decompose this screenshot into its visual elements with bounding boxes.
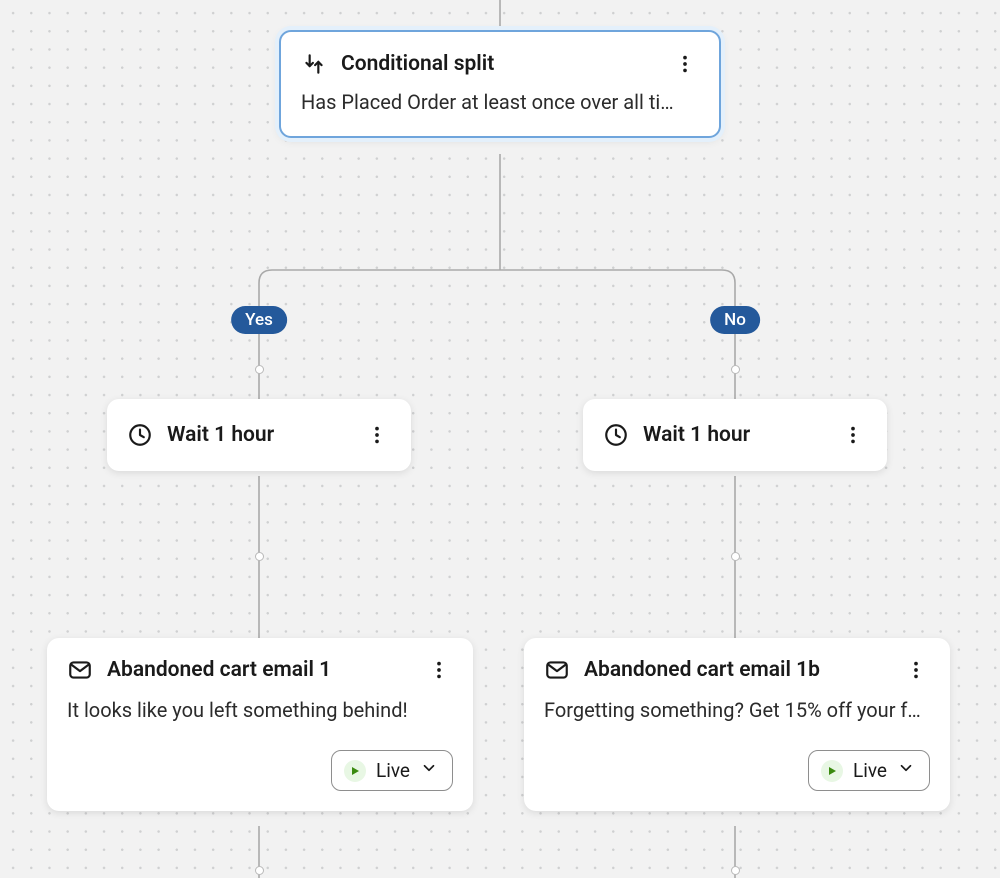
wait-title: Wait 1 hour bbox=[643, 423, 750, 447]
email-node-yes[interactable]: Abandoned cart email 1 It looks like you… bbox=[47, 638, 473, 811]
email-subject: It looks like you left something behind! bbox=[47, 684, 473, 744]
wait-node-no[interactable]: Wait 1 hour bbox=[583, 399, 887, 471]
conditional-description: Has Placed Order at least once over all … bbox=[281, 78, 719, 136]
conditional-title: Conditional split bbox=[341, 52, 494, 76]
wait-more-button[interactable] bbox=[839, 421, 867, 449]
email-status-dropdown[interactable]: Live bbox=[808, 750, 930, 791]
chevron-down-icon bbox=[420, 759, 438, 782]
split-icon bbox=[301, 51, 327, 77]
email-status-dropdown[interactable]: Live bbox=[331, 750, 453, 791]
clock-icon bbox=[127, 422, 153, 448]
mail-icon bbox=[67, 657, 93, 683]
connector-dot bbox=[731, 552, 740, 561]
connector-dot bbox=[731, 365, 740, 374]
email-status-label: Live bbox=[853, 759, 887, 782]
conditional-split-node[interactable]: Conditional split Has Placed Order at le… bbox=[279, 30, 721, 138]
connector-dot bbox=[255, 552, 264, 561]
connector-dot bbox=[255, 365, 264, 374]
chevron-down-icon bbox=[897, 759, 915, 782]
branch-label-yes: Yes bbox=[231, 306, 287, 334]
connector-dot bbox=[731, 866, 740, 875]
branch-label-no: No bbox=[710, 306, 760, 334]
email-subject: Forgetting something? Get 15% off your f… bbox=[524, 684, 950, 744]
email-title: Abandoned cart email 1b bbox=[584, 658, 820, 682]
wait-more-button[interactable] bbox=[363, 421, 391, 449]
wait-node-yes[interactable]: Wait 1 hour bbox=[107, 399, 411, 471]
clock-icon bbox=[603, 422, 629, 448]
status-live-icon bbox=[344, 760, 366, 782]
email-title: Abandoned cart email 1 bbox=[107, 658, 331, 682]
status-live-icon bbox=[821, 760, 843, 782]
conditional-more-button[interactable] bbox=[671, 50, 699, 78]
connector-dot bbox=[255, 866, 264, 875]
email-more-button[interactable] bbox=[425, 656, 453, 684]
email-more-button[interactable] bbox=[902, 656, 930, 684]
email-node-no[interactable]: Abandoned cart email 1b Forgetting somet… bbox=[524, 638, 950, 811]
wait-title: Wait 1 hour bbox=[167, 423, 274, 447]
email-status-label: Live bbox=[376, 759, 410, 782]
mail-icon bbox=[544, 657, 570, 683]
